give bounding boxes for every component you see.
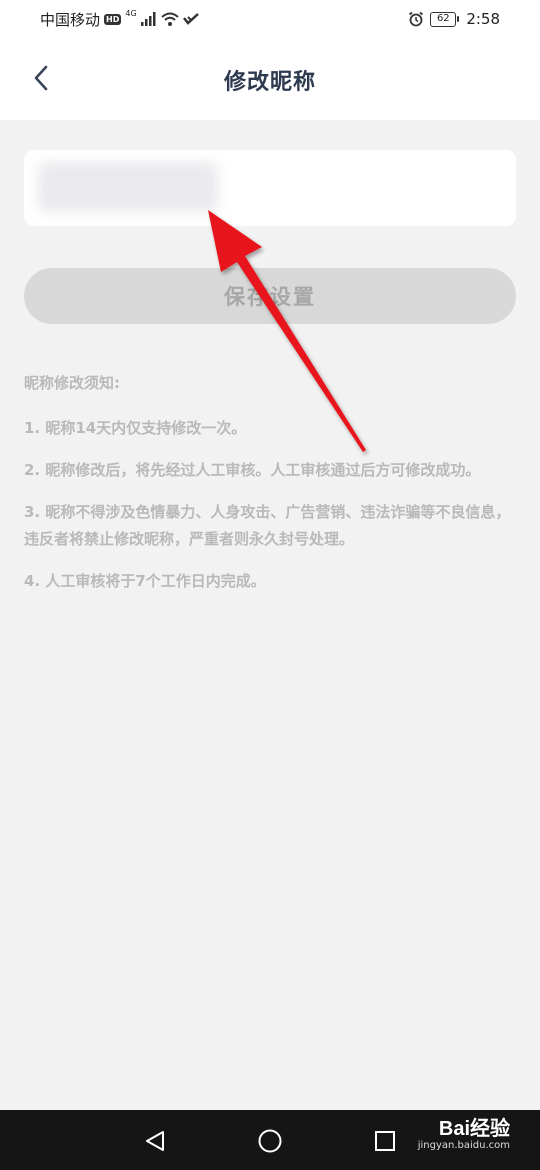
notice-rule: 2. 昵称修改后，将先经过人工审核。人工审核通过后方可修改成功。 xyxy=(24,461,481,479)
wifi-icon xyxy=(160,12,179,26)
blurred-nickname xyxy=(38,162,218,212)
notice-rule: 1. 昵称14天内仅支持修改一次。 xyxy=(24,419,247,437)
back-triangle-icon xyxy=(146,1131,164,1151)
nav-header: 修改昵称 xyxy=(0,38,540,120)
nickname-notice: 昵称修改须知: 1. 昵称14天内仅支持修改一次。 2. 昵称修改后，将先经过人… xyxy=(24,370,516,610)
signal-icon xyxy=(140,12,156,26)
system-home-button[interactable] xyxy=(253,1124,287,1158)
system-nav-bar: Bai经验 jingyan.baidu.com xyxy=(0,1110,540,1170)
battery-level: 62 xyxy=(436,13,450,24)
vowifi-icon xyxy=(182,13,199,25)
notice-heading: 昵称修改须知: xyxy=(24,374,120,392)
nickname-input-box[interactable] xyxy=(24,150,516,226)
carrier-name: 中国移动 xyxy=(40,10,101,29)
battery-icon: 62 xyxy=(430,11,460,27)
system-recents-button[interactable] xyxy=(368,1124,402,1158)
system-back-button[interactable] xyxy=(138,1124,172,1158)
watermark-brand: Bai经验 xyxy=(438,1118,510,1140)
notice-rule: 3. 昵称不得涉及色情暴力、人身攻击、广告营销、违法诈骗等不良信息，违反者将禁止… xyxy=(24,503,511,548)
status-left: 中国移动 HD 4G xyxy=(40,9,199,29)
watermark-url: jingyan.baidu.com xyxy=(417,1140,510,1151)
network-type: 4G xyxy=(125,9,137,18)
alarm-icon xyxy=(409,11,424,27)
status-time: 2:58 xyxy=(466,10,500,28)
home-circle-icon xyxy=(258,1129,282,1153)
hd-badge: HD xyxy=(104,13,122,25)
status-bar: 中国移动 HD 4G 62 2:58 xyxy=(0,0,540,38)
watermark: Bai经验 jingyan.baidu.com xyxy=(418,1118,510,1152)
save-settings-button[interactable]: 保存设置 xyxy=(24,268,516,324)
page-title: 修改昵称 xyxy=(223,70,316,95)
status-right: 62 2:58 xyxy=(408,9,500,29)
recents-square-icon xyxy=(375,1131,395,1151)
notice-rule: 4. 人工审核将于7个工作日内完成。 xyxy=(24,572,266,590)
